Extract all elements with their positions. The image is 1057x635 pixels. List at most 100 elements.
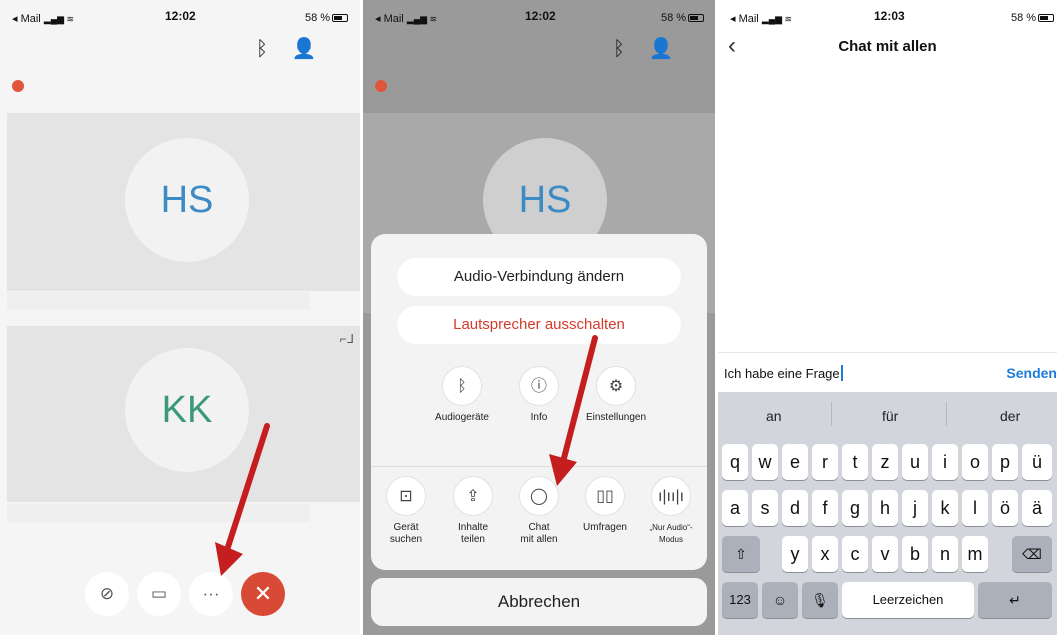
shrink-icon[interactable]: ⌐ᒧ [340,332,354,346]
page-title: Chat mit allen [838,38,937,55]
suggestion-item[interactable]: für [882,408,898,424]
options-sheet: Audio-Verbindung ändern Lautsprecher aus… [371,234,707,570]
space-key[interactable]: Leerzeichen [842,582,974,618]
key[interactable]: h [872,490,898,526]
avatar: KK [125,348,249,472]
chat-message-input[interactable]: Ich habe eine Frage [724,365,974,381]
chat-screen: ◂ Mail ▂▄▆ ≋ 12:03 58 % ‹ Chat mit allen… [718,0,1057,635]
key[interactable]: ö [992,490,1018,526]
info-icon: ⓘ [519,366,559,406]
key[interactable]: f [812,490,838,526]
audio-devices-option[interactable]: ᛒ Audiogeräte [425,366,499,424]
options-menu-screen: ◂ Mail ▂▄▆ ≋ 12:02 58 % ᛒ 👤 HS Audio-Ver… [363,0,715,635]
status-bar: ◂ Mail ▂▄▆ ≋ 12:02 58 % [363,0,715,32]
call-screen: ◂ Mail ▂▄▆ ≋ 12:02 58 % ᛒ 👤 HS KK ⌐ᒧ ⊘ ▭… [0,0,360,635]
poll-icon: ▯▯ [585,476,625,516]
key[interactable]: b [902,536,928,572]
chat-all-option[interactable]: ◯ Chat mit allen [502,476,576,546]
dictation-key[interactable]: 🎙 [802,582,838,618]
key[interactable]: j [902,490,928,526]
avatar: HS [125,138,249,262]
more-options-button[interactable]: ··· [189,572,233,616]
name-strip [7,504,310,522]
onscreen-keyboard: an für der q w e r t z u i o p ü a s d f… [718,392,1057,635]
key[interactable]: m [962,536,988,572]
key[interactable]: t [842,444,868,480]
clock: 12:02 [525,9,556,23]
battery-icon [1038,14,1055,22]
polls-option[interactable]: ▯▯ Umfragen [568,476,642,534]
settings-option[interactable]: ⚙ Einstellungen [579,366,653,424]
key[interactable]: q [722,444,748,480]
backspace-key[interactable]: ⌫ [1012,536,1052,572]
key[interactable]: l [962,490,988,526]
divider [946,402,947,426]
speaker-off-button[interactable]: Lautsprecher ausschalten [397,306,681,344]
share-content-option[interactable]: ⇪ Inhalte teilen [436,476,510,546]
key[interactable]: ü [1022,444,1052,480]
emoji-icon: ☺ [772,592,788,608]
camera-off-icon: ▭ [150,584,168,603]
top-toolbar: ᛒ 👤 [595,36,673,66]
emoji-key[interactable]: ☺ [762,582,798,618]
key[interactable]: ä [1022,490,1052,526]
chat-compose-bar: Ich habe eine Frage Senden [718,352,1057,392]
bluetooth-icon[interactable]: ᛒ [613,38,625,61]
key[interactable]: u [902,444,928,480]
key[interactable]: g [842,490,868,526]
chat-header: ‹ Chat mit allen [718,28,1057,68]
suggestion-item[interactable]: an [766,408,782,424]
participants-icon[interactable]: 👤 [649,36,674,61]
find-device-option[interactable]: ⊡ Gerät suchen [369,476,443,546]
key[interactable]: y [782,536,808,572]
key[interactable]: z [872,444,898,480]
suggestion-bar: an für der [718,392,1057,438]
gear-icon: ⚙ [596,366,636,406]
send-button[interactable]: Senden [1006,365,1057,381]
mute-button[interactable]: ⊘ [85,572,129,616]
microphone-icon: 🎙 [811,592,829,608]
bluetooth-icon[interactable]: ᛒ [256,38,268,61]
suggestion-item[interactable]: der [1000,408,1020,424]
status-bar: ◂ Mail ▂▄▆ ≋ 12:02 58 % [0,0,360,32]
audio-only-option[interactable]: ı|ıı|ı „Nur Audio“- Modus [634,476,708,546]
key[interactable]: o [962,444,988,480]
share-icon: ⇪ [453,476,493,516]
participants-icon[interactable]: 👤 [292,36,317,61]
video-tile-hs[interactable]: HS [7,113,360,291]
numbers-key[interactable]: 123 [722,582,758,618]
key[interactable]: x [812,536,838,572]
key[interactable]: w [752,444,778,480]
battery-icon [332,14,349,22]
key[interactable]: a [722,490,748,526]
text-caret [840,365,843,381]
battery-indicator: 58 % [661,12,705,24]
cancel-button[interactable]: Abbrechen [371,578,707,626]
key[interactable]: r [812,444,838,480]
carrier-label: ◂ Mail ▂▄▆ ≋ [12,13,75,25]
key[interactable]: k [932,490,958,526]
key[interactable]: s [752,490,778,526]
video-toggle-button[interactable]: ▭ [137,572,181,616]
return-key[interactable]: ↵ [978,582,1052,618]
backspace-icon: ⌫ [1022,546,1042,562]
chat-icon: ◯ [519,476,559,516]
shift-icon: ⇧ [735,546,747,562]
key[interactable]: e [782,444,808,480]
key[interactable]: d [782,490,808,526]
change-audio-button[interactable]: Audio-Verbindung ändern [397,258,681,296]
end-call-button[interactable]: ✕ [241,572,285,616]
carrier-label: ◂ Mail ▂▄▆ ≋ [730,13,793,25]
key[interactable]: c [842,536,868,572]
shift-key[interactable]: ⇧ [722,536,760,572]
video-tile-kk[interactable]: KK ⌐ᒧ [7,326,360,502]
key[interactable]: i [932,444,958,480]
key[interactable]: n [932,536,958,572]
key[interactable]: p [992,444,1018,480]
key[interactable]: v [872,536,898,572]
battery-icon [688,14,705,22]
info-option[interactable]: ⓘ Info [502,366,576,424]
name-strip [7,292,310,310]
bluetooth-icon: ᛒ [442,366,482,406]
divider [831,402,832,426]
